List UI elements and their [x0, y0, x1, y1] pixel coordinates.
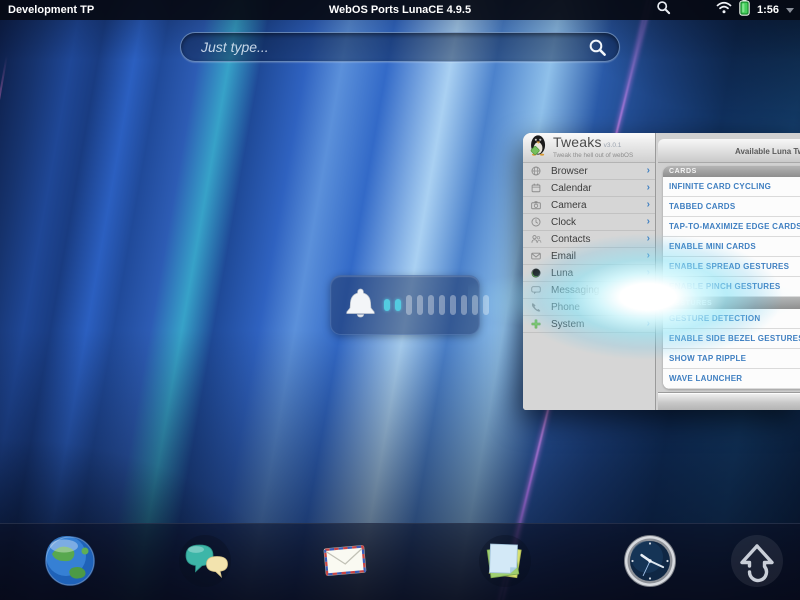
tweaks-app-header: Tweaksv3.0.1 Tweak the hell out of webOS — [523, 133, 655, 163]
sidebar-item-messaging[interactable]: Messaging › — [523, 282, 655, 299]
tweak-item[interactable]: ENABLE SPREAD GESTURES — [663, 257, 800, 277]
chevron-right-icon: › — [647, 234, 650, 244]
tweak-item[interactable]: ENABLE MINI CARDS — [663, 237, 800, 257]
sidebar-item-camera[interactable]: Camera › — [523, 197, 655, 214]
sidebar-item-label: Calendar — [551, 183, 592, 194]
tux-app-icon — [528, 133, 549, 162]
volume-bar-4 — [417, 295, 423, 315]
sidebar-item-label: Browser — [551, 166, 588, 177]
phone-icon — [530, 301, 542, 313]
volume-bars — [384, 295, 489, 315]
email-app-icon[interactable] — [317, 533, 373, 589]
chevron-right-icon: › — [647, 166, 650, 176]
tweak-item[interactable]: WAVE LAUNCHER — [663, 369, 800, 389]
sidebar-item-label: Messaging — [551, 285, 599, 296]
clock-app-icon[interactable] — [622, 533, 678, 589]
sidebar-item-luna[interactable]: Luna › — [523, 265, 655, 282]
contacts-icon — [530, 233, 542, 245]
tweaks-version: v3.0.1 — [604, 142, 622, 149]
tweaks-title: Tweaks — [553, 134, 602, 150]
sidebar-item-contacts[interactable]: Contacts › — [523, 231, 655, 248]
panel-title: Available Luna Tweaks — [735, 147, 800, 156]
globe-icon — [530, 165, 542, 177]
group-header-gestures: GESTURES — [663, 297, 800, 309]
sidebar-item-system[interactable]: System › — [523, 316, 655, 333]
chevron-right-icon: › — [647, 251, 650, 261]
sidebar-item-label: Contacts — [551, 234, 590, 245]
sidebar-item-email[interactable]: Email › — [523, 248, 655, 265]
sidebar-item-label: Email — [551, 251, 576, 262]
luna-icon — [530, 267, 542, 279]
clock-icon — [530, 216, 542, 228]
web-browser-app-icon[interactable] — [42, 533, 98, 589]
battery-icon — [739, 0, 750, 21]
tweaks-sidebar: Tweaksv3.0.1 Tweak the hell out of webOS… — [523, 133, 656, 410]
tweak-item[interactable]: TAP-TO-MAXIMIZE EDGE CARDS — [663, 217, 800, 237]
sidebar-item-label: Phone — [551, 302, 580, 313]
launcher-app-icon[interactable] — [729, 533, 785, 589]
sidebar-item-label: Clock — [551, 217, 576, 228]
chevron-right-icon: › — [647, 285, 650, 295]
sidebar-item-browser[interactable]: Browser › — [523, 163, 655, 180]
tweaks-subtitle: Tweak the hell out of webOS — [553, 153, 633, 159]
tweaks-list-group: CARDSINFINITE CARD CYCLINGTABBED CARDSTA… — [663, 166, 800, 389]
volume-bar-7 — [450, 295, 456, 315]
tweak-item[interactable]: INFINITE CARD CYCLING — [663, 177, 800, 197]
volume-bar-8 — [461, 295, 467, 315]
panel-header: Available Luna Tweaks — [658, 139, 800, 163]
panel-command-bar — [658, 392, 800, 410]
tweak-item[interactable]: ENABLE PINCH GESTURES — [663, 277, 800, 297]
group-header-cards: CARDS — [663, 166, 800, 177]
tweaks-app-card: Tweaksv3.0.1 Tweak the hell out of webOS… — [523, 133, 800, 410]
search-icon[interactable] — [588, 38, 607, 57]
sidebar-item-label: Luna — [551, 268, 573, 279]
search-icon[interactable] — [656, 0, 671, 20]
just-type-search[interactable] — [180, 32, 620, 62]
chevron-right-icon: › — [647, 319, 650, 329]
volume-bar-3 — [406, 295, 412, 315]
calendar-icon — [530, 182, 542, 194]
sidebar-item-calendar[interactable]: Calendar › — [523, 180, 655, 197]
tweak-item[interactable]: SHOW TAP RIPPLE — [663, 349, 800, 369]
volume-bar-6 — [439, 295, 445, 315]
volume-bar-10 — [483, 295, 489, 315]
search-input[interactable] — [181, 39, 588, 55]
sidebar-item-label: System — [551, 319, 584, 330]
bell-icon — [344, 287, 377, 323]
tweak-item[interactable]: ENABLE SIDE BEZEL GESTURES — [663, 329, 800, 349]
sidebar-item-label: Camera — [551, 200, 587, 211]
chevron-right-icon: › — [647, 217, 650, 227]
sidebar-item-clock[interactable]: Clock › — [523, 214, 655, 231]
wifi-icon — [716, 1, 732, 19]
tweaks-available-panel: Available Luna Tweaks CARDSINFINITE CARD… — [657, 133, 800, 410]
volume-bar-5 — [428, 295, 434, 315]
chevron-right-icon: › — [647, 302, 650, 312]
volume-bar-1 — [384, 299, 390, 311]
chevron-right-icon: › — [647, 268, 650, 278]
messaging-icon — [530, 284, 542, 296]
dropdown-caret-icon[interactable] — [786, 8, 794, 13]
email-icon — [530, 250, 542, 262]
tweak-item[interactable]: GESTURE DETECTION — [663, 309, 800, 329]
chevron-right-icon: › — [647, 183, 650, 193]
camera-icon — [530, 199, 542, 211]
messaging-app-icon[interactable] — [177, 533, 233, 589]
status-bar: Development TP WebOS Ports LunaCE 4.9.5 … — [0, 0, 800, 20]
volume-bar-2 — [395, 299, 401, 311]
chevron-right-icon: › — [647, 200, 650, 210]
volume-indicator — [330, 275, 480, 335]
system-icon — [530, 318, 542, 330]
memos-app-icon[interactable] — [477, 533, 533, 589]
volume-bar-9 — [472, 295, 478, 315]
quick-launch-dock — [0, 523, 800, 600]
tweak-item[interactable]: TABBED CARDS — [663, 197, 800, 217]
sidebar-item-phone[interactable]: Phone › — [523, 299, 655, 316]
clock-time: 1:56 — [757, 4, 779, 16]
